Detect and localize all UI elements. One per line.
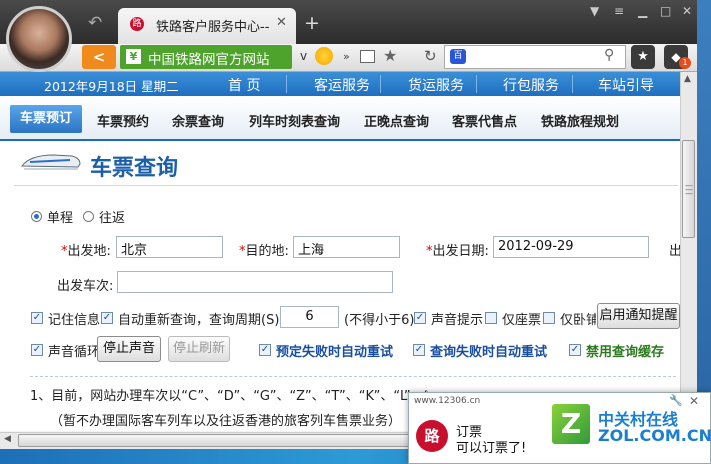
browser-title-bar [0,0,711,44]
nav-home[interactable]: 首 页 [228,75,260,95]
nav-station[interactable]: 车站引导 [598,75,654,95]
bullet-train-icon [21,154,81,170]
stop-refresh-button[interactable]: 停止刷新 [168,336,230,362]
user-avatar[interactable] [6,6,72,72]
remember-info-label: 记住信息 [48,313,101,328]
auto-query-checkbox[interactable]: ✓ [101,312,113,324]
tab-trip-planner[interactable]: 铁路旅程规划 [541,111,619,130]
popup-source-url: www.12306.cn [414,396,481,406]
tab-ticket-agents[interactable]: 客票代售点 [452,111,517,130]
popup-close-button[interactable]: ✕ [689,394,699,408]
enable-notify-button[interactable]: 启用通知提醒 [597,303,680,329]
to-label: *目的地: [239,244,289,259]
single-trip-label: 单程 [47,211,74,226]
disable-cache-checkbox[interactable]: ✓ [569,344,581,356]
nav-divider [286,75,287,93]
weather-icon[interactable] [315,47,333,65]
retry-query-checkbox[interactable]: ✓ [413,344,425,356]
sleeper-only-checkbox[interactable]: ✓ [543,312,555,324]
bookmark-star-icon[interactable]: ★ [383,46,397,65]
refresh-icon[interactable]: ↻ [424,47,437,65]
address-extra: v [300,49,308,63]
notice-line-1: 1、目前，网站办理车次以“C”、“D”、“G”、“Z”、“T”、“K”、“L”、… [30,389,428,404]
title-divider [14,185,678,186]
scroll-grip-icon: — — — [685,181,693,198]
single-trip-radio[interactable] [31,211,42,222]
close-window-button[interactable]: ✕ [682,4,692,18]
seat-only-label: 仅座票 [502,313,542,328]
page-title: 车票查询 [90,156,179,181]
current-date: 2012年9月18日 星期二 [44,79,179,94]
sound-loop-checkbox[interactable]: ✓ [31,344,43,356]
zol-logo-icon: Z [552,404,590,444]
page-blocked-icon[interactable] [360,50,375,63]
sound-hint-label: 声音提示 [431,313,484,328]
retry-query-label: 查询失败时自动重试 [430,345,548,360]
sound-loop-label: 声音循环 [48,345,101,360]
period-hint: (不得小于6) [344,313,415,328]
menu-icon[interactable]: ≡ [614,4,624,18]
remember-info-checkbox[interactable]: ✓ [31,312,43,324]
return-trip-label: 往返 [99,211,126,226]
auto-query-label: 自动重新查询，查询周期(S): [118,313,284,328]
desktop-background-edge [697,0,711,449]
search-icon[interactable]: ⚲ [604,47,614,63]
nav-freight[interactable]: 货运服务 [408,75,464,95]
scroll-up-icon[interactable]: ▲ [684,74,691,84]
search-engine-icon[interactable]: 百 [450,49,466,64]
from-label: *出发地: [61,244,111,259]
query-period-input[interactable]: 6 [280,306,339,328]
tab-title: 铁路客户服务中心-- [156,20,270,35]
tab-close-button[interactable]: ✕ [276,15,287,30]
stop-sound-button[interactable]: 停止声音 [97,336,161,362]
nav-divider [476,75,477,93]
skin-icon[interactable]: ▼ [590,4,599,18]
nav-divider [572,75,573,93]
sleeper-only-label: 仅卧铺 [560,313,596,328]
from-station-input[interactable]: 北京 [116,236,223,258]
popup-message: 可以订票了! [456,441,527,456]
tab-remaining-tickets[interactable]: 余票查询 [172,111,224,130]
nav-divider [380,75,381,93]
scroll-left-icon[interactable]: ◀ [4,434,11,444]
railway-logo-icon: 路 [416,420,448,452]
railway-favicon-icon: 路 [130,17,144,31]
horizontal-scroll-thumb[interactable] [18,434,416,447]
train-number-input[interactable] [117,271,393,293]
back-button[interactable]: < [82,45,116,69]
retry-booking-checkbox[interactable]: ✓ [259,344,271,356]
nav-luggage[interactable]: 行包服务 [503,75,559,95]
minimize-button[interactable]: ▁ [638,4,647,18]
search-input[interactable] [444,45,626,69]
disable-cache-label: 禁用查询缓存 [586,345,665,360]
maximize-button[interactable]: □ [660,4,671,18]
tab-punctuality[interactable]: 正晚点查询 [364,111,429,130]
seat-only-checkbox[interactable]: ✓ [485,312,497,324]
address-site-name: 中国铁路网官方网站 [148,52,270,68]
vertical-scrollbar[interactable] [680,72,697,434]
train-number-label: 出发车次: [57,279,114,294]
departure-date-input[interactable]: 2012-09-29 [493,236,649,258]
verified-site-icon: ¥ [126,49,141,64]
favorites-button[interactable]: ★ [631,45,655,69]
tab-ticket-reserve[interactable]: 车票预约 [97,111,149,130]
tab-ticket-booking[interactable]: 车票预订 [10,105,82,133]
notice-line-2: （暂不办理国际客车列车以及往返香港的旅客列车售票业务） [50,414,402,429]
new-tab-button[interactable]: + [304,12,320,34]
sound-hint-checkbox[interactable]: ✓ [414,312,426,324]
date-label: *出发日期: [426,244,489,259]
notice-divider [30,376,676,377]
tab-timetable[interactable]: 列车时刻表查询 [249,111,340,130]
to-station-input[interactable]: 上海 [293,236,400,258]
watermark-en: ZOL.COM.CN [598,426,711,445]
notification-badge: 1 [679,57,691,69]
more-chevron-icon[interactable]: » [343,50,350,63]
nav-passenger[interactable]: 客运服务 [314,75,370,95]
undo-close-tab-icon[interactable]: ↶ [88,13,102,33]
return-trip-radio[interactable] [83,211,94,222]
retry-booking-label: 预定失败时自动重试 [276,345,394,360]
